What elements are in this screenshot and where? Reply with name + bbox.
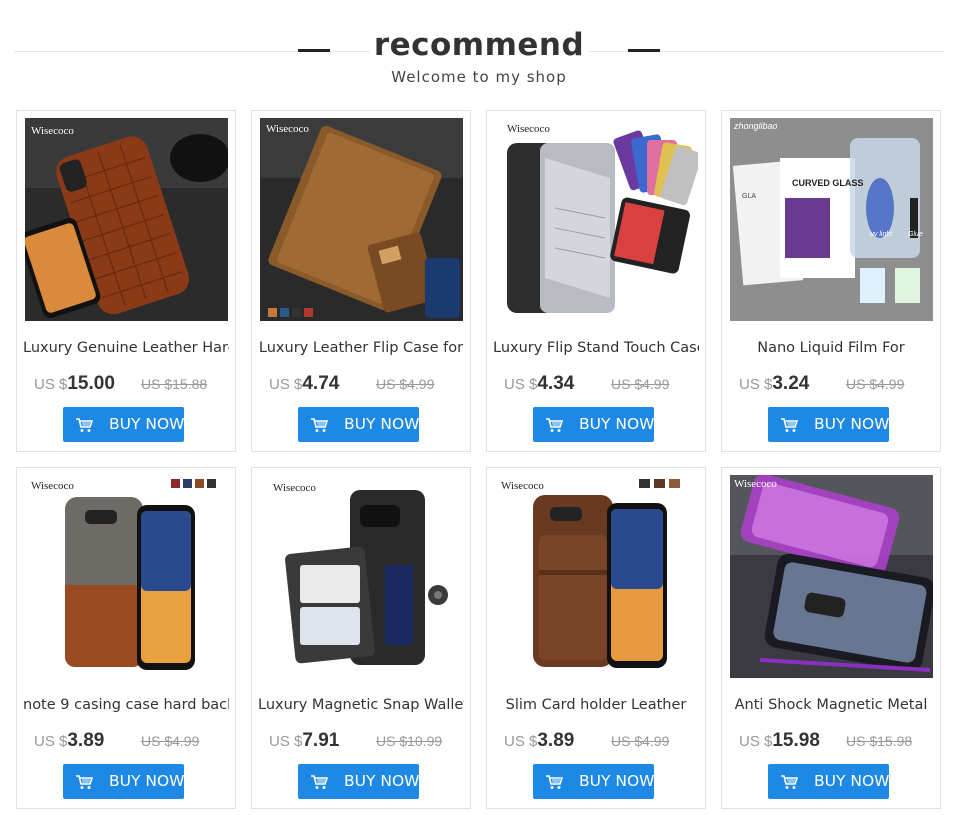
buy-now-button[interactable]: BUY NOW xyxy=(298,407,420,442)
original-price: US $10.99 xyxy=(376,733,443,749)
original-price: US $4.99 xyxy=(376,376,435,392)
box-label: CURVED GLASS xyxy=(792,178,863,188)
product-title[interactable]: note 9 casing case hard back xyxy=(23,695,229,715)
buy-now-button[interactable]: BUY NOW xyxy=(768,764,890,799)
buy-now-label: BUY NOW xyxy=(344,772,420,790)
product-price: US $4.74 xyxy=(269,373,340,394)
product-image[interactable]: Wisecoco xyxy=(495,475,698,678)
product-image[interactable]: Wisecoco xyxy=(260,475,463,678)
original-price: US $15.98 xyxy=(846,733,913,749)
product-price: US $4.34 xyxy=(504,373,575,394)
product-image[interactable]: Wisecoco xyxy=(260,118,463,321)
buy-now-label: BUY NOW xyxy=(814,415,890,433)
buy-now-button[interactable]: BUY NOW xyxy=(768,407,890,442)
buy-now-button[interactable]: BUY NOW xyxy=(298,764,420,799)
box-side-label: GLA xyxy=(742,193,756,200)
product-card[interactable]: Wisecoco Slim Card holder Leather US $3.… xyxy=(486,467,706,809)
product-card[interactable]: Wisecoco note 9 casing case hard back US… xyxy=(16,467,236,809)
product-image[interactable]: Wisecoco xyxy=(25,118,228,321)
product-image[interactable]: Wisecoco xyxy=(495,118,698,321)
buy-now-button[interactable]: BUY NOW xyxy=(533,407,655,442)
cart-icon xyxy=(76,775,93,789)
original-price: US $4.99 xyxy=(611,733,670,749)
product-price: US $15.98 xyxy=(739,730,820,751)
cart-icon xyxy=(546,418,563,432)
product-title[interactable]: Nano Liquid Film For xyxy=(728,338,934,358)
product-title[interactable]: Luxury Flip Stand Touch Case xyxy=(493,338,699,358)
brand-logo: Wisecoco xyxy=(273,482,316,494)
product-title[interactable]: Slim Card holder Leather xyxy=(493,695,699,715)
glue-label: Glue xyxy=(908,231,923,238)
brand-logo: Wisecoco xyxy=(501,480,544,492)
buy-now-label: BUY NOW xyxy=(579,772,655,790)
buy-now-label: BUY NOW xyxy=(344,415,420,433)
product-title[interactable]: Luxury Genuine Leather Hard xyxy=(23,338,229,358)
product-grid: Wisecoco Luxury Genuine Leather Hard US … xyxy=(16,110,942,810)
product-title[interactable]: Anti Shock Magnetic Metal xyxy=(728,695,934,715)
brand-logo: zhonglibao xyxy=(733,121,778,131)
buy-now-button[interactable]: BUY NOW xyxy=(533,764,655,799)
product-price: US $7.91 xyxy=(269,730,340,751)
product-card[interactable]: Wisecoco Anti Shock Magnetic Metal US $1… xyxy=(721,467,941,809)
section-subtitle: Welcome to my shop xyxy=(391,68,567,86)
product-card[interactable]: CURVED GLASS GLA uv light Glue zhongliba… xyxy=(721,110,941,452)
cart-icon xyxy=(781,418,798,432)
buy-now-label: BUY NOW xyxy=(109,415,185,433)
original-price: US $4.99 xyxy=(141,733,200,749)
cart-icon xyxy=(311,775,328,789)
buy-now-button[interactable]: BUY NOW xyxy=(63,407,185,442)
product-card[interactable]: Wisecoco Luxury Genuine Leather Hard US … xyxy=(16,110,236,452)
product-price: US $3.89 xyxy=(34,730,105,751)
buy-now-label: BUY NOW xyxy=(579,415,655,433)
brand-logo: Wisecoco xyxy=(31,480,74,492)
brand-logo: Wisecoco xyxy=(507,123,550,135)
product-title[interactable]: Luxury Magnetic Snap Wallet xyxy=(258,695,464,715)
cart-icon xyxy=(546,775,563,789)
brand-logo: Wisecoco xyxy=(31,125,74,137)
product-image[interactable]: Wisecoco xyxy=(730,475,933,678)
cart-icon xyxy=(311,418,328,432)
product-price: US $3.24 xyxy=(739,373,810,394)
product-price: US $3.89 xyxy=(504,730,575,751)
brand-logo: Wisecoco xyxy=(266,123,309,135)
uv-light-label: uv light xyxy=(870,231,893,238)
buy-now-label: BUY NOW xyxy=(109,772,185,790)
product-image[interactable]: CURVED GLASS GLA uv light Glue zhongliba… xyxy=(730,118,933,321)
buy-now-button[interactable]: BUY NOW xyxy=(63,764,185,799)
original-price: US $4.99 xyxy=(846,376,905,392)
product-card[interactable]: Wisecoco Luxury Magnetic Snap Wallet US … xyxy=(251,467,471,809)
cart-icon xyxy=(76,418,93,432)
product-title[interactable]: Luxury Leather Flip Case for xyxy=(258,338,464,358)
product-price: US $15.00 xyxy=(34,373,115,394)
cart-icon xyxy=(781,775,798,789)
buy-now-label: BUY NOW xyxy=(814,772,890,790)
original-price: US $4.99 xyxy=(611,376,670,392)
product-card[interactable]: Wisecoco Luxury Leather Flip Case for US… xyxy=(251,110,471,452)
product-card[interactable]: Wisecoco Luxury Flip Stand Touch Case US… xyxy=(486,110,706,452)
section-header: recommend Welcome to my shop xyxy=(0,0,958,100)
brand-logo: Wisecoco xyxy=(734,478,777,490)
product-image[interactable]: Wisecoco xyxy=(25,475,228,678)
original-price: US $15.88 xyxy=(141,376,208,392)
section-title: recommend xyxy=(0,27,958,63)
